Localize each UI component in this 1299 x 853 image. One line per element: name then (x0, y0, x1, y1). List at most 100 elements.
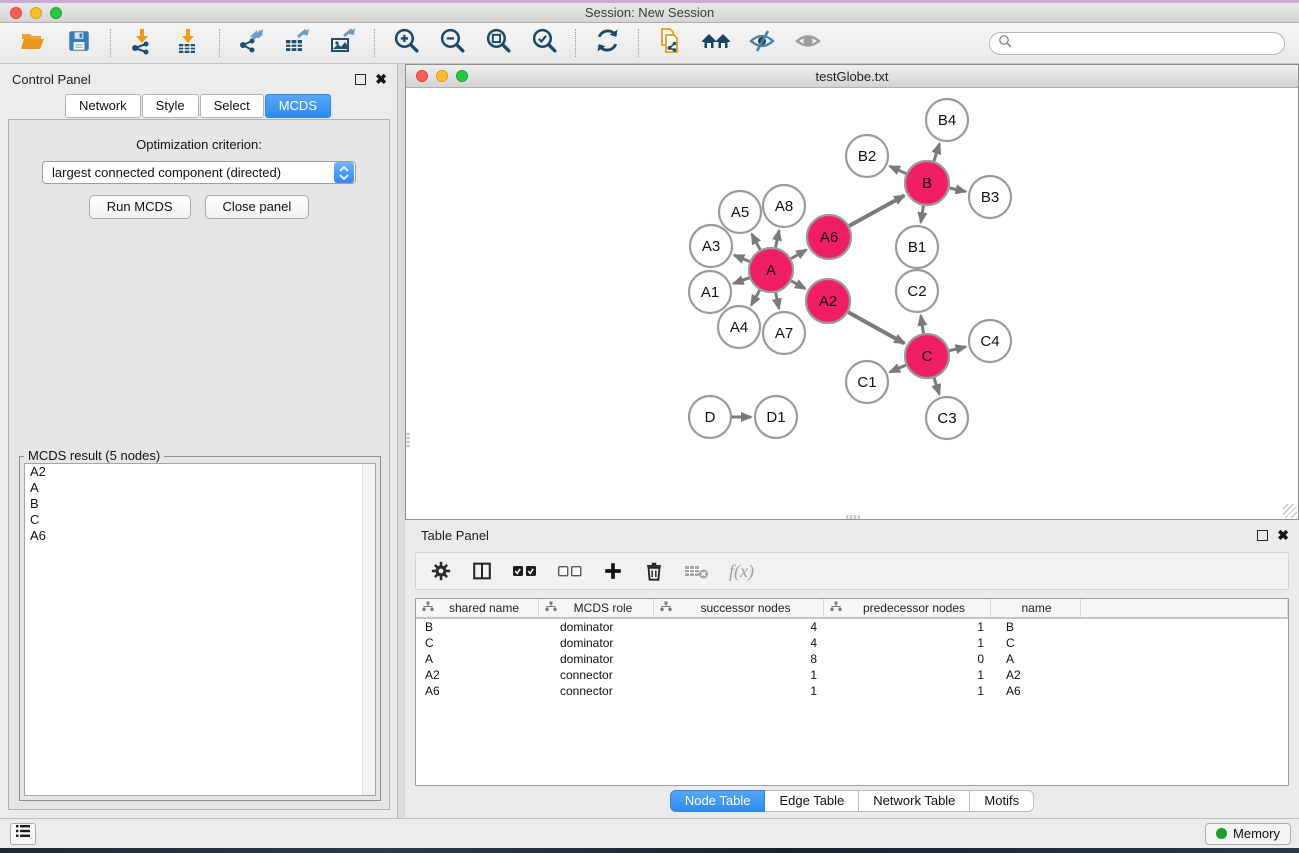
tab-network-table[interactable]: Network Table (859, 790, 970, 812)
home-button[interactable] (699, 26, 733, 60)
graph-node-C1[interactable]: C1 (846, 361, 888, 403)
show-details-button[interactable] (791, 26, 825, 60)
result-list-scrollbar[interactable] (362, 464, 375, 795)
graph-edge-C-C4[interactable] (949, 347, 965, 351)
graph-node-A2[interactable]: A2 (806, 279, 850, 323)
zoom-fit-button[interactable] (481, 26, 515, 60)
graph-node-A1[interactable]: A1 (689, 271, 731, 313)
deselect-checkboxes-button[interactable] (557, 562, 583, 580)
optimization-criterion-dropdown[interactable]: largest connected component (directed) (42, 161, 356, 184)
close-table-panel-icon[interactable]: ✖ (1277, 530, 1289, 541)
graph-edge-A-A1[interactable] (734, 278, 750, 284)
column-header-successor-nodes[interactable]: successor nodes (654, 599, 824, 617)
canvas-left-grip[interactable] (406, 433, 410, 447)
graph-edge-B-B1[interactable] (921, 206, 924, 223)
export-image-button[interactable] (326, 26, 360, 60)
search-input[interactable] (1017, 36, 1276, 51)
graph-edge-A-A8[interactable] (776, 230, 779, 247)
mcds-result-item[interactable]: B (25, 496, 375, 512)
graph-edge-A6-B[interactable] (849, 196, 904, 226)
save-session-button[interactable] (62, 26, 96, 60)
graph-edge-A-A5[interactable] (752, 234, 760, 250)
graph-edge-A-A2[interactable] (791, 281, 805, 289)
tab-mcds[interactable]: MCDS (265, 94, 331, 118)
refresh-layout-button[interactable] (590, 26, 624, 60)
graph-node-C3[interactable]: C3 (926, 397, 968, 439)
graph-node-C2[interactable]: C2 (896, 270, 938, 312)
column-header-name[interactable]: name (991, 599, 1081, 617)
graph-node-A8[interactable]: A8 (763, 185, 805, 227)
graph-node-A6[interactable]: A6 (807, 215, 851, 259)
graph-node-A3[interactable]: A3 (690, 225, 732, 267)
graph-edge-B-B2[interactable] (890, 166, 906, 173)
graph-node-D[interactable]: D (689, 396, 731, 438)
column-header-shared-name[interactable]: shared name (416, 599, 539, 617)
tab-network[interactable]: Network (65, 94, 141, 118)
table-row[interactable]: Adominator80A (416, 651, 1288, 667)
clone-network-button[interactable] (653, 26, 687, 60)
table-row[interactable]: Cdominator41C (416, 635, 1288, 651)
column-header-MCDS-role[interactable]: MCDS role (539, 599, 654, 617)
graph-edge-A-A3[interactable] (734, 255, 749, 261)
mcds-result-item[interactable]: A (25, 480, 375, 496)
graph-edge-B-B3[interactable] (949, 188, 965, 192)
graph-node-A7[interactable]: A7 (763, 312, 805, 354)
memory-button[interactable]: Memory (1205, 823, 1291, 845)
close-panel-icon[interactable]: ✖ (375, 74, 387, 85)
zoom-selected-button[interactable] (527, 26, 561, 60)
task-history-button[interactable] (10, 823, 36, 845)
graph-node-C4[interactable]: C4 (969, 320, 1011, 362)
graph-edge-A-A4[interactable] (751, 290, 760, 305)
search-field[interactable] (989, 32, 1285, 55)
select-all-checkboxes-button[interactable] (512, 562, 538, 580)
add-column-button[interactable] (602, 560, 624, 582)
graph-node-D1[interactable]: D1 (755, 396, 797, 438)
column-layout-button[interactable] (471, 560, 493, 582)
export-table-button[interactable] (280, 26, 314, 60)
float-panel-icon[interactable] (355, 74, 366, 85)
settings-gear-button[interactable] (430, 560, 452, 582)
network-canvas[interactable]: B4B2BB3A8A5A6B1A3AC2A1A2A4A7C4CC1DD1C3 (406, 88, 1298, 519)
graph-edge-C-C1[interactable] (890, 365, 906, 372)
tab-edge-table[interactable]: Edge Table (765, 790, 859, 812)
close-panel-button[interactable]: Close panel (205, 195, 310, 219)
graph-edge-C-C3[interactable] (934, 378, 939, 394)
graph-node-B4[interactable]: B4 (926, 99, 968, 141)
graph-node-A5[interactable]: A5 (719, 191, 761, 233)
table-row[interactable]: A2connector11A2 (416, 667, 1288, 683)
hide-details-button[interactable] (745, 26, 779, 60)
tab-style[interactable]: Style (142, 94, 199, 118)
zoom-out-button[interactable] (435, 26, 469, 60)
table-row[interactable]: A6connector11A6 (416, 683, 1288, 699)
graph-node-B2[interactable]: B2 (846, 135, 888, 177)
graph-node-B1[interactable]: B1 (896, 226, 938, 268)
tab-node-table[interactable]: Node Table (670, 790, 766, 812)
graph-edge-A-A7[interactable] (776, 293, 779, 309)
window-resize-grip[interactable] (1283, 504, 1297, 518)
graph-node-A4[interactable]: A4 (718, 306, 760, 348)
graph-edge-C-C2[interactable] (921, 316, 924, 334)
import-network-button[interactable] (125, 26, 159, 60)
mcds-result-item[interactable]: A6 (25, 528, 375, 544)
run-mcds-button[interactable]: Run MCDS (89, 195, 191, 219)
float-table-panel-icon[interactable] (1257, 530, 1268, 541)
delete-table-button[interactable] (684, 561, 710, 581)
open-folder-button[interactable] (16, 26, 50, 60)
graph-edge-B-B4[interactable] (934, 144, 939, 161)
column-header-predecessor-nodes[interactable]: predecessor nodes (824, 599, 991, 617)
mcds-result-item[interactable]: A2 (25, 464, 375, 480)
graph-node-B3[interactable]: B3 (969, 176, 1011, 218)
graph-node-B[interactable]: B (905, 161, 949, 205)
zoom-in-button[interactable] (389, 26, 423, 60)
export-network-button[interactable] (234, 26, 268, 60)
delete-column-button[interactable] (643, 560, 665, 582)
function-builder-button[interactable]: f(x) (729, 561, 754, 582)
canvas-bottom-grip[interactable] (846, 515, 860, 519)
graph-edge-A-A6[interactable] (791, 250, 806, 259)
tab-select[interactable]: Select (200, 94, 264, 118)
import-table-button[interactable] (171, 26, 205, 60)
tab-motifs[interactable]: Motifs (970, 790, 1034, 812)
graph-node-A[interactable]: A (749, 248, 793, 292)
table-row[interactable]: Bdominator41B (416, 619, 1288, 635)
mcds-result-item[interactable]: C (25, 512, 375, 528)
